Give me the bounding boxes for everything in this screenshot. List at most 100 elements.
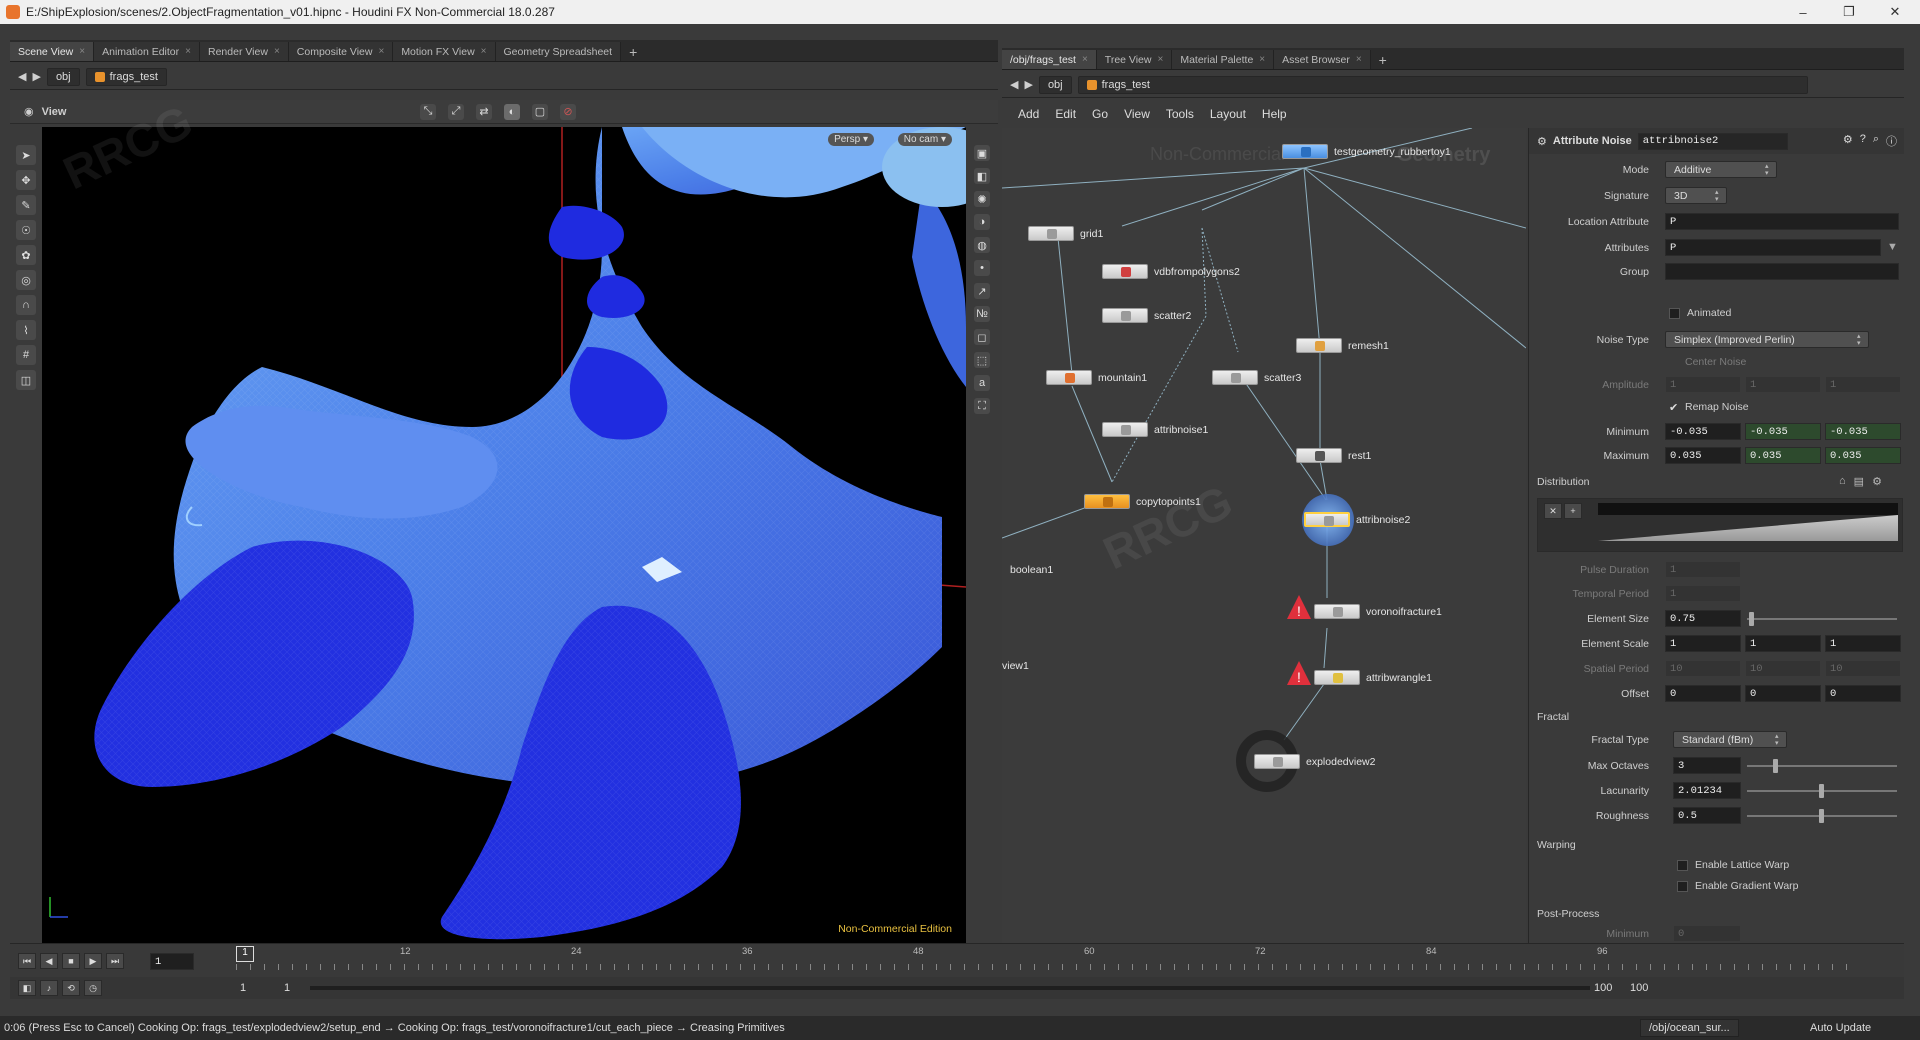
light-icon[interactable]: ✺ [974,191,990,207]
menu-tools[interactable]: Tools [1166,107,1194,121]
maximum-y-field[interactable]: 0.035 [1745,447,1821,464]
lock-icon[interactable]: ▣ [974,145,990,161]
node-voronoifracture1[interactable]: voronoifracture1 [1314,604,1442,619]
tab-network-view[interactable]: /obj/frags_test × [1002,50,1097,69]
minimum-x-field[interactable]: -0.035 [1665,423,1741,440]
tab-tree-view[interactable]: Tree View × [1096,50,1173,69]
tab-close-icon[interactable]: × [378,46,384,57]
maximize-button[interactable]: ❐ [1826,0,1872,24]
node-attribnoise2[interactable]: attribnoise2 [1304,512,1410,527]
snap-icon[interactable]: ⇄ [476,103,492,120]
menu-go[interactable]: Go [1092,107,1108,121]
camera-menu[interactable]: No cam ▾ [897,133,952,146]
animated-checkbox[interactable] [1669,308,1680,319]
node-mountain1[interactable]: mountain1 [1046,370,1147,385]
select-tool-icon[interactable]: ➤ [16,145,36,165]
tab-scene-view[interactable]: Scene View × [10,42,95,61]
realtime-icon[interactable]: ◧ [18,980,36,996]
timeline[interactable]: ⏮ ◀ ■ ▶ ⏭ 1 1 12 24 36 48 60 72 84 96 [10,943,1904,977]
element-scale-y-field[interactable]: 1 [1745,635,1821,652]
tab-animation-editor[interactable]: Animation Editor × [94,42,200,61]
pulse-duration-field[interactable]: 1 [1665,561,1741,578]
paint-tool-icon[interactable]: ✿ [16,245,36,265]
path-frags-test[interactable]: frags_test [1077,75,1808,94]
tab-close-icon[interactable]: × [274,46,280,57]
tab-motion-fx-view[interactable]: Motion FX View × [393,42,496,61]
maximum-z-field[interactable]: 0.035 [1825,447,1901,464]
node-testgeometry-rubbertoy1[interactable]: testgeometry_rubbertoy1 [1282,144,1451,159]
path-obj[interactable]: obj [46,67,80,86]
status-path[interactable]: /obj/ocean_sur... [1640,1019,1739,1037]
mode-dropdown[interactable]: Additive [1665,161,1777,178]
menu-view[interactable]: View [1124,107,1150,121]
magnet-tool-icon[interactable]: ∩ [16,295,36,315]
node-attribnoise1[interactable]: attribnoise1 [1102,422,1208,437]
roughness-field[interactable]: 0.5 [1673,807,1741,824]
noise-type-dropdown[interactable]: Simplex (Improved Perlin) [1665,331,1869,348]
maximum-x-field[interactable]: 0.035 [1665,447,1741,464]
location-attribute-field[interactable]: P [1665,213,1899,230]
tab-close-icon[interactable]: × [481,46,487,57]
timeline-ruler[interactable]: 1 12 24 36 48 60 72 84 96 [236,946,1896,974]
element-size-slider[interactable] [1747,612,1897,626]
view-tool-icon[interactable]: ◎ [16,270,36,290]
node-attribwrangle1[interactable]: attribwrangle1 [1314,670,1432,685]
tab-asset-browser[interactable]: Asset Browser × [1274,50,1371,69]
wireframe-icon[interactable]: ▢ [532,103,548,120]
text-display-icon[interactable]: a [974,375,990,391]
stop-icon[interactable]: ⊘ [560,103,576,120]
menu-help[interactable]: Help [1262,107,1287,121]
distribution-ramp-editor[interactable]: ✕ + [1537,498,1903,552]
node-explodedview2[interactable]: explodedview2 [1254,754,1375,769]
path-frags-test[interactable]: frags_test [85,67,167,86]
camera-tool-icon[interactable]: ◫ [16,370,36,390]
current-frame-marker[interactable]: 1 [236,946,254,962]
offset-y-field[interactable]: 0 [1745,685,1821,702]
tab-close-icon[interactable]: × [1259,54,1265,65]
node-vdbfrompolygons2[interactable]: vdbfrompolygons2 [1102,264,1240,279]
node-view1[interactable]: view1 [1002,660,1029,672]
max-octaves-field[interactable]: 3 [1673,757,1741,774]
amplitude-z-field[interactable]: 1 [1825,376,1901,393]
node-rest1[interactable]: rest1 [1296,448,1371,463]
current-frame-field[interactable]: 1 [150,953,194,970]
slider-knob[interactable] [1819,809,1824,823]
tab-geometry-spreadsheet[interactable]: Geometry Spreadsheet [495,42,622,61]
shading-icon[interactable]: ◑ [974,214,990,230]
gradient-warp-checkbox[interactable] [1677,881,1688,892]
normal-display-icon[interactable]: ↗ [974,283,990,299]
transform-tool-icon[interactable]: ✥ [16,170,36,190]
attributes-field[interactable]: P [1665,239,1881,256]
gear-icon[interactable]: ⚙ [1843,133,1853,149]
post-minimum-field[interactable]: 0 [1673,925,1741,942]
close-button[interactable]: ✕ [1872,0,1918,24]
tab-render-view[interactable]: Render View × [200,42,289,61]
lacunarity-field[interactable]: 2.01234 [1673,782,1741,799]
max-octaves-slider[interactable] [1747,759,1897,773]
tab-close-icon[interactable]: × [1356,54,1362,65]
forward-arrow-icon[interactable]: ▶ [1024,78,1032,91]
add-tab-button[interactable]: + [1371,50,1395,69]
element-scale-z-field[interactable]: 1 [1825,635,1901,652]
loop-icon[interactable]: ⟲ [62,980,80,996]
tab-close-icon[interactable]: × [1157,54,1163,65]
audio-icon[interactable]: ♪ [40,980,58,996]
attribute-picker-icon[interactable]: ▼ [1887,241,1898,253]
display-mode-icon[interactable]: ◐ [504,103,520,120]
path-obj[interactable]: obj [1038,75,1072,94]
offset-z-field[interactable]: 0 [1825,685,1901,702]
node-boolean1[interactable]: boolean1 [1010,564,1053,576]
persp-menu[interactable]: Persp ▾ [828,133,874,146]
jump-end-icon[interactable]: ⏭ [106,953,124,969]
range-slider[interactable] [310,986,1590,990]
fractal-type-dropdown[interactable]: Standard (fBm) [1673,731,1787,748]
lattice-warp-checkbox[interactable] [1677,860,1688,871]
node-grid1[interactable]: grid1 [1028,226,1103,241]
node-remesh1[interactable]: remesh1 [1296,338,1389,353]
point-display-icon[interactable]: • [974,260,990,276]
clock-icon[interactable]: ◷ [84,980,102,996]
menu-add[interactable]: Add [1018,107,1039,121]
node-scatter3[interactable]: scatter3 [1212,370,1301,385]
tab-material-palette[interactable]: Material Palette × [1172,50,1275,69]
ramp-save-icon[interactable]: ▤ [1854,475,1864,488]
